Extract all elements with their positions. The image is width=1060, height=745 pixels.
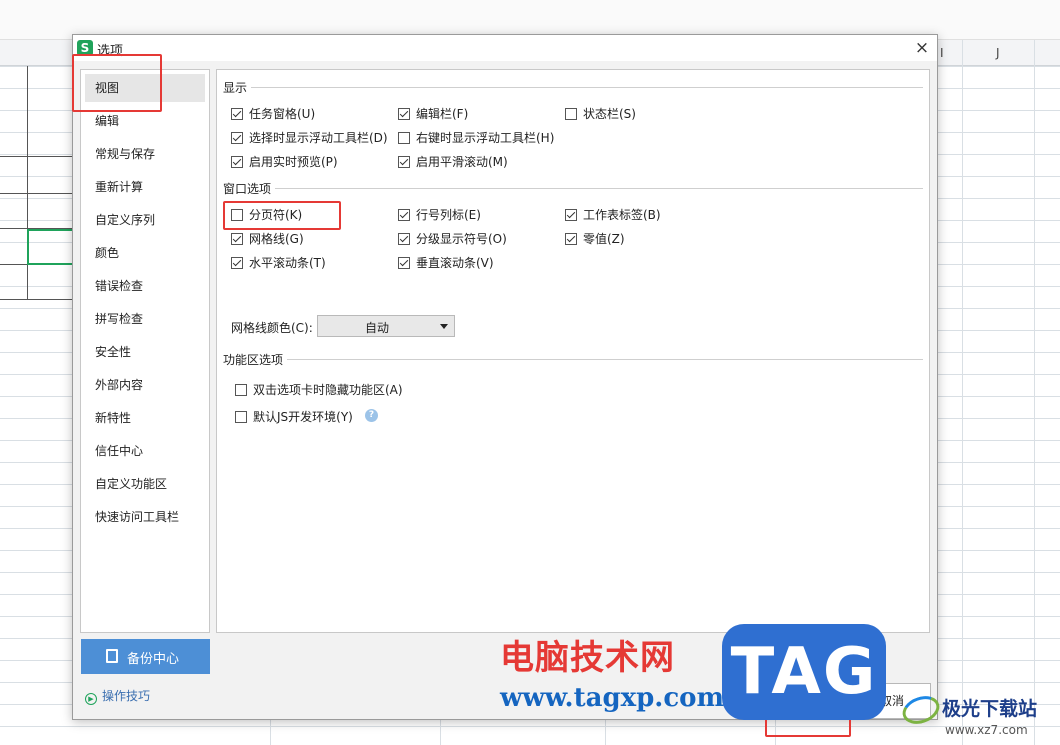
sidebar-item-general-save[interactable]: 常规与保存 <box>85 140 205 168</box>
backup-center-button[interactable]: 备份中心 <box>81 639 210 674</box>
sidebar-item-trust-center[interactable]: 信任中心 <box>85 437 205 465</box>
option-zero-values[interactable]: 零值(Z) <box>565 230 625 247</box>
option-row-col-headers[interactable]: 行号列标(E) <box>398 206 481 223</box>
option-status-bar[interactable]: 状态栏(S) <box>565 105 636 122</box>
watermark-site-title: 电脑技术网 <box>500 638 675 678</box>
option-float-toolbar-on-right-click[interactable]: 右键时显示浮动工具栏(H) <box>398 129 554 146</box>
checkbox[interactable] <box>398 233 410 245</box>
option-double-click-hide-ribbon[interactable]: 双击选项卡时隐藏功能区(A) <box>235 381 403 398</box>
sidebar-item-error-check[interactable]: 错误检查 <box>85 272 205 300</box>
option-float-toolbar-on-select[interactable]: 选择时显示浮动工具栏(D) <box>231 129 388 146</box>
sidebar-item-security[interactable]: 安全性 <box>85 338 205 366</box>
tips-label: 操作技巧 <box>102 689 151 703</box>
sidebar-item-customize-ribbon[interactable]: 自定义功能区 <box>85 470 205 498</box>
section-divider <box>287 359 923 360</box>
column-header-i[interactable]: I <box>940 46 944 60</box>
sidebar-item-custom-lists[interactable]: 自定义序列 <box>85 206 205 234</box>
checkbox[interactable] <box>398 209 410 221</box>
sidebar-item-color[interactable]: 颜色 <box>85 239 205 267</box>
watermark-site2-title: 极光下载站 <box>942 698 1038 720</box>
backup-center-label: 备份中心 <box>127 652 180 667</box>
checkbox[interactable] <box>398 108 410 120</box>
checkbox[interactable] <box>235 411 247 423</box>
option-gridlines[interactable]: 网格线(G) <box>231 230 304 247</box>
options-dialog: S 选项 × 视图 编辑 常规与保存 重新计算 自定义序列 颜色 错误检查 拼写… <box>72 34 938 720</box>
watermark-site-url: www.tagxp.com <box>500 683 725 713</box>
option-formula-bar[interactable]: 编辑栏(F) <box>398 105 468 122</box>
chevron-down-icon <box>440 324 448 329</box>
section-divider <box>251 87 923 88</box>
section-divider <box>275 188 923 189</box>
checkbox[interactable] <box>231 132 243 144</box>
tips-link[interactable]: ▶ 操作技巧 <box>85 687 150 705</box>
section-title-window-options: 窗口选项 <box>223 182 272 196</box>
help-icon[interactable]: ? <box>365 409 378 422</box>
sidebar-item-new-features[interactable]: 新特性 <box>85 404 205 432</box>
gridline-color-value: 自动 <box>364 321 389 335</box>
checkbox[interactable] <box>398 132 410 144</box>
gridline-color-dropdown[interactable]: 自动 <box>317 315 455 337</box>
option-horizontal-scrollbar[interactable]: 水平滚动条(T) <box>231 254 326 271</box>
option-outline-symbols[interactable]: 分级显示符号(O) <box>398 230 507 247</box>
sidebar-item-spell-check[interactable]: 拼写检查 <box>85 305 205 333</box>
checkbox[interactable] <box>565 233 577 245</box>
checkbox[interactable] <box>231 233 243 245</box>
annotation-box-view <box>72 54 162 112</box>
option-sheet-tabs[interactable]: 工作表标签(B) <box>565 206 661 223</box>
section-title-display: 显示 <box>223 81 248 95</box>
dialog-titlebar[interactable]: S 选项 × <box>73 35 937 61</box>
watermark-site2-url: www.xz7.com <box>945 723 1028 737</box>
checkbox[interactable] <box>398 156 410 168</box>
gridline-color-label: 网格线颜色(C): <box>231 321 313 335</box>
checkbox[interactable] <box>231 156 243 168</box>
selected-cell[interactable] <box>27 229 75 265</box>
checkbox[interactable] <box>565 108 577 120</box>
sidebar-item-quick-access-toolbar[interactable]: 快速访问工具栏 <box>85 503 205 531</box>
option-smooth-scroll[interactable]: 启用平滑滚动(M) <box>398 153 508 170</box>
close-icon[interactable]: × <box>911 38 933 58</box>
sidebar-item-external-content[interactable]: 外部内容 <box>85 371 205 399</box>
play-circle-icon: ▶ <box>85 693 97 705</box>
sidebar-item-recalculate[interactable]: 重新计算 <box>85 173 205 201</box>
option-vertical-scrollbar[interactable]: 垂直滚动条(V) <box>398 254 494 271</box>
checkbox[interactable] <box>235 384 247 396</box>
option-task-pane[interactable]: 任务窗格(U) <box>231 105 315 122</box>
checkbox[interactable] <box>231 257 243 269</box>
options-content-panel: 显示 任务窗格(U) 编辑栏(F) 状态栏(S) 选择时显示浮动工具栏(D) 右… <box>216 69 930 633</box>
options-sidebar: 视图 编辑 常规与保存 重新计算 自定义序列 颜色 错误检查 拼写检查 安全性 … <box>80 69 210 633</box>
option-default-js-environment[interactable]: 默认JS开发环境(Y) <box>235 408 353 425</box>
column-header-j[interactable]: J <box>996 46 1000 60</box>
checkbox[interactable] <box>565 209 577 221</box>
document-icon <box>106 649 118 663</box>
annotation-box-page-break <box>223 201 341 230</box>
checkbox[interactable] <box>231 108 243 120</box>
checkbox[interactable] <box>398 257 410 269</box>
section-title-ribbon-options: 功能区选项 <box>223 353 284 367</box>
option-live-preview[interactable]: 启用实时预览(P) <box>231 153 338 170</box>
watermark-tag-logo: TAG <box>722 624 886 720</box>
